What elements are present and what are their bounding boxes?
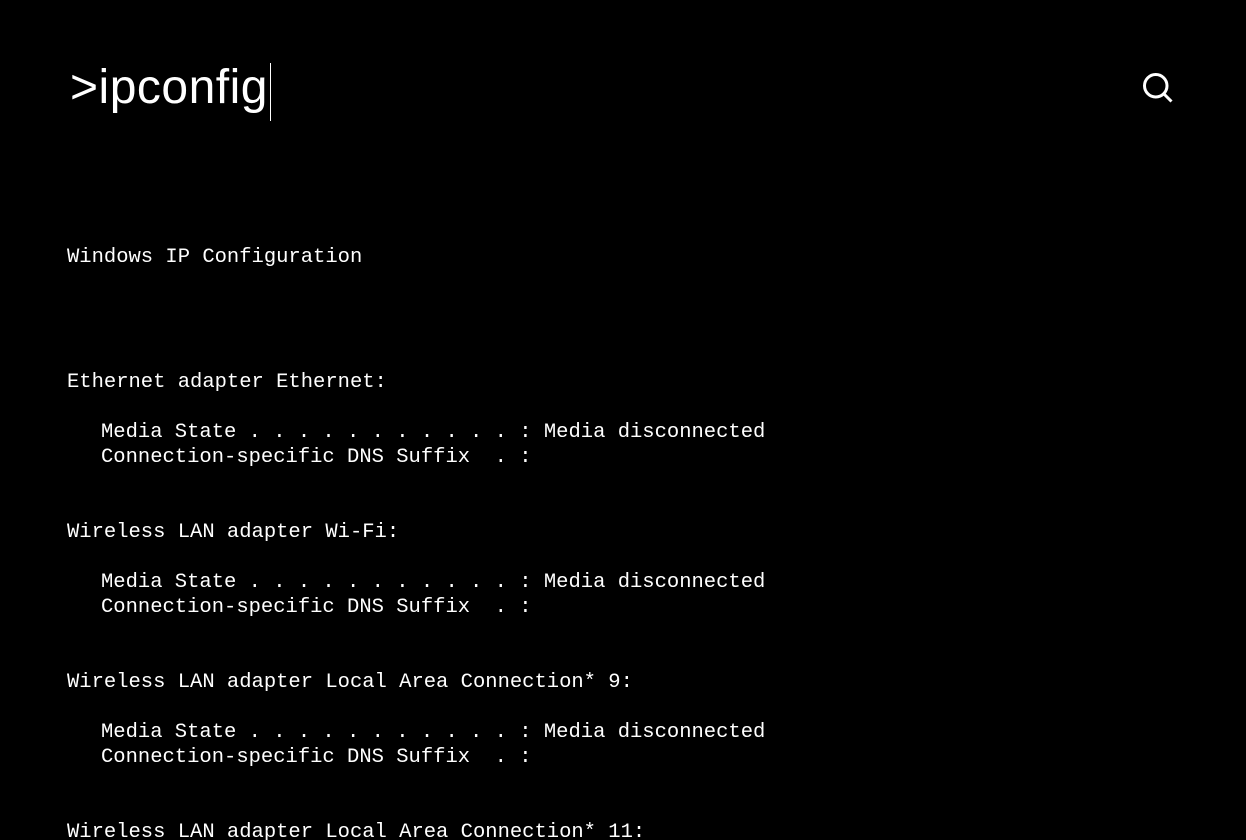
- adapter-name: Ethernet adapter Ethernet:: [67, 370, 1179, 395]
- adapter-name: Wireless LAN adapter Local Area Connecti…: [67, 820, 1179, 840]
- prop-label: Connection-specific DNS Suffix . :: [101, 746, 532, 769]
- prop-value: Media disconnected: [532, 571, 766, 594]
- command-input[interactable]: > ipconfig: [70, 60, 271, 115]
- prompt-chevron: >: [70, 60, 99, 115]
- prop-label: Media State . . . . . . . . . . . :: [101, 421, 532, 444]
- adapter-block: Ethernet adapter Ethernet: Media State . …: [67, 370, 1179, 470]
- adapter-prop-line: Connection-specific DNS Suffix . :: [67, 595, 1179, 620]
- adapter-prop-line: Media State . . . . . . . . . . . : Medi…: [67, 720, 1179, 745]
- text-cursor: [270, 63, 271, 121]
- adapter-props: Media State . . . . . . . . . . . : Medi…: [67, 570, 1179, 620]
- prop-value: Media disconnected: [532, 421, 766, 444]
- adapter-prop-line: Media State . . . . . . . . . . . : Medi…: [67, 420, 1179, 445]
- prop-label: Connection-specific DNS Suffix . :: [101, 446, 532, 469]
- prop-label: Connection-specific DNS Suffix . :: [101, 596, 532, 619]
- adapter-prop-line: Media State . . . . . . . . . . . : Medi…: [67, 570, 1179, 595]
- adapter-prop-line: Connection-specific DNS Suffix . :: [67, 445, 1179, 470]
- adapter-block: Wireless LAN adapter Local Area Connecti…: [67, 820, 1179, 840]
- adapter-props: Media State . . . . . . . . . . . : Medi…: [67, 720, 1179, 770]
- adapter-props: Media State . . . . . . . . . . . : Medi…: [67, 420, 1179, 470]
- adapter-block: Wireless LAN adapter Wi-Fi: Media State .…: [67, 520, 1179, 620]
- prop-value: Media disconnected: [532, 721, 766, 744]
- command-text: ipconfig: [99, 60, 268, 115]
- search-icon[interactable]: [1140, 70, 1176, 106]
- terminal-output[interactable]: Windows IP Configuration Ethernet adapte…: [0, 155, 1246, 840]
- output-title: Windows IP Configuration: [67, 245, 1179, 270]
- adapter-block: Wireless LAN adapter Local Area Connecti…: [67, 670, 1179, 770]
- prop-label: Media State . . . . . . . . . . . :: [101, 721, 532, 744]
- adapter-name: Wireless LAN adapter Wi-Fi:: [67, 520, 1179, 545]
- header-bar: > ipconfig: [0, 0, 1246, 135]
- prop-label: Media State . . . . . . . . . . . :: [101, 571, 532, 594]
- adapter-prop-line: Connection-specific DNS Suffix . :: [67, 745, 1179, 770]
- adapter-name: Wireless LAN adapter Local Area Connecti…: [67, 670, 1179, 695]
